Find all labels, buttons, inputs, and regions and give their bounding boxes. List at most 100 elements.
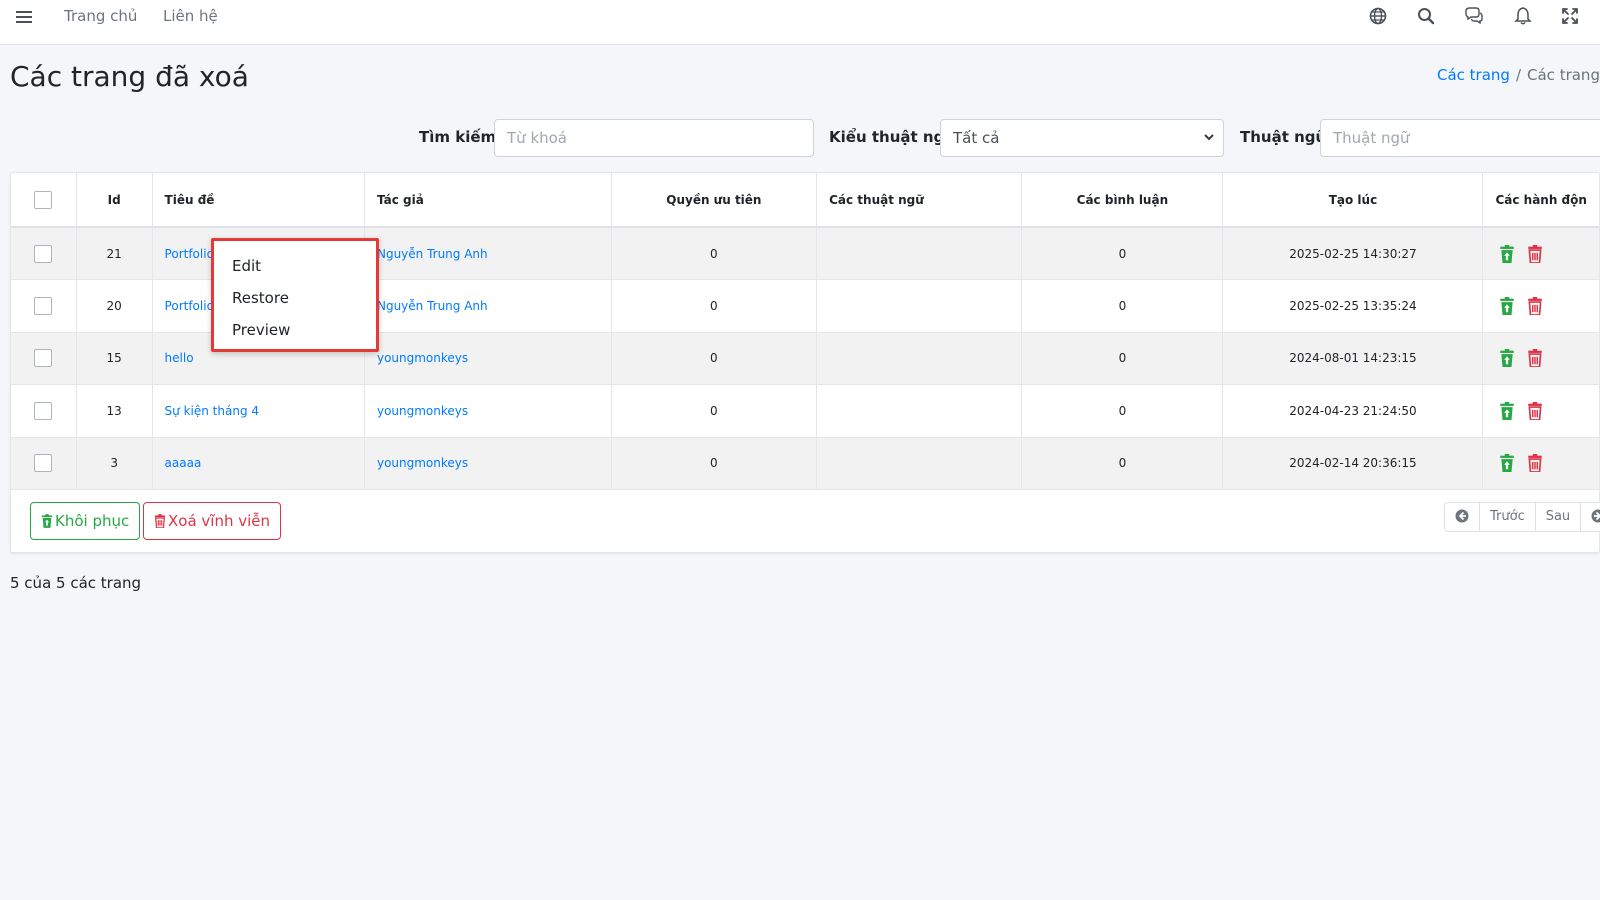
row-created: 2024-02-14 20:36:15 (1222, 437, 1484, 490)
arrow-right-circle-icon (1591, 509, 1600, 523)
term-type-selected: Tất cả (953, 129, 1000, 147)
bell-icon[interactable] (1513, 6, 1535, 28)
trash-icon[interactable] (1527, 454, 1543, 473)
table-row: 13 Sự kiện tháng 4 youngmonkeys 0 0 2024… (11, 384, 1599, 437)
row-author-link[interactable]: Nguyễn Trung Anh (377, 247, 488, 261)
breadcrumb-link-pages[interactable]: Các trang (1437, 66, 1510, 84)
row-author-link[interactable]: youngmonkeys (377, 456, 468, 470)
delete-permanently-button[interactable]: Xoá vĩnh viễn (143, 502, 282, 540)
term-label: Thuật ngữ: (1240, 128, 1333, 146)
row-title-link[interactable]: Portfolio (165, 299, 214, 313)
menu-icon[interactable] (16, 8, 36, 28)
col-id[interactable]: Id (76, 173, 153, 228)
row-created: 2025-02-25 13:35:24 (1222, 279, 1484, 332)
row-author-link[interactable]: youngmonkeys (377, 404, 468, 418)
chevron-down-icon (1204, 134, 1214, 141)
col-terms[interactable]: Các thuật ngữ (816, 173, 1023, 228)
restore-icon[interactable] (1499, 401, 1515, 420)
row-terms (816, 227, 1023, 280)
pages-count-summary: 5 của 5 các trang (10, 574, 142, 592)
arrow-left-circle-icon (1455, 509, 1469, 523)
restore-icon[interactable] (1499, 454, 1515, 473)
row-checkbox[interactable] (34, 244, 53, 263)
col-created[interactable]: Tạo lúc (1222, 173, 1484, 228)
row-created: 2024-08-01 14:23:15 (1222, 332, 1484, 385)
globe-icon[interactable] (1368, 6, 1390, 28)
trash-icon[interactable] (1527, 349, 1543, 368)
nav-link-home[interactable]: Trang chủ (64, 7, 137, 25)
search-icon[interactable] (1416, 6, 1438, 28)
row-checkbox[interactable] (34, 296, 53, 315)
breadcrumb-separator: / (1515, 66, 1522, 84)
row-comments: 0 (1021, 332, 1224, 385)
row-id: 3 (76, 437, 153, 490)
context-menu: Edit Restore Preview (211, 238, 379, 352)
row-id: 13 (76, 384, 153, 437)
table-header-row: Id Tiêu đề Tác giả Quyền ưu tiên Các thu… (11, 173, 1599, 228)
col-comments[interactable]: Các bình luận (1021, 173, 1224, 228)
row-priority: 0 (611, 437, 818, 490)
col-priority[interactable]: Quyền ưu tiên (611, 173, 818, 228)
prev-button[interactable]: Trước (1480, 503, 1536, 531)
trash-icon[interactable] (1527, 296, 1543, 315)
context-menu-edit[interactable]: Edit (232, 256, 261, 276)
row-created: 2024-04-23 21:24:50 (1222, 384, 1484, 437)
row-id: 15 (76, 332, 153, 385)
row-priority: 0 (611, 279, 818, 332)
search-label: Tìm kiếm: (419, 128, 503, 146)
row-terms (816, 384, 1023, 437)
row-checkbox[interactable] (34, 454, 53, 473)
breadcrumb-current: Các trang đ (1527, 66, 1600, 84)
row-priority: 0 (611, 332, 818, 385)
row-comments: 0 (1021, 227, 1224, 280)
select-all-checkbox[interactable] (34, 190, 53, 209)
row-checkbox[interactable] (34, 401, 53, 420)
row-title-link[interactable]: Portfolio (165, 247, 214, 261)
trash-icon[interactable] (1527, 401, 1543, 420)
page-title: Các trang đã xoá (10, 60, 249, 93)
row-author-link[interactable]: youngmonkeys (377, 351, 468, 365)
row-author-link[interactable]: Nguyễn Trung Anh (377, 299, 488, 313)
row-created: 2025-02-25 14:30:27 (1222, 227, 1484, 280)
table-row: 3 aaaaa youngmonkeys 0 0 2024-02-14 20:3… (11, 437, 1599, 490)
context-menu-restore[interactable]: Restore (232, 288, 289, 308)
trash-icon[interactable] (1527, 244, 1543, 263)
col-actions: Các hành độn (1482, 173, 1599, 228)
row-title-link[interactable]: Sự kiện tháng 4 (165, 404, 259, 418)
restore-icon[interactable] (1499, 296, 1515, 315)
restore-icon (41, 514, 53, 528)
next-button[interactable]: Sau (1536, 503, 1582, 531)
row-id: 21 (76, 227, 153, 280)
row-title-link[interactable]: hello (165, 351, 194, 365)
col-author[interactable]: Tác giả (364, 173, 612, 228)
prev-arrow-button[interactable] (1445, 503, 1480, 531)
row-terms (816, 332, 1023, 385)
row-priority: 0 (611, 384, 818, 437)
row-comments: 0 (1021, 384, 1224, 437)
term-type-select[interactable]: Tất cả (940, 119, 1224, 157)
pagination: Trước Sau (1444, 502, 1600, 532)
comments-icon[interactable] (1464, 6, 1486, 28)
row-id: 20 (76, 279, 153, 332)
expand-icon[interactable] (1560, 6, 1582, 28)
next-arrow-button[interactable] (1581, 503, 1600, 531)
row-terms (816, 279, 1023, 332)
pages-table-card: Id Tiêu đề Tác giả Quyền ưu tiên Các thu… (10, 172, 1600, 553)
trash-icon (154, 514, 166, 529)
row-priority: 0 (611, 227, 818, 280)
restore-icon[interactable] (1499, 244, 1515, 263)
restore-button-label: Khôi phục (55, 512, 130, 530)
top-navbar: Trang chủ Liên hệ (0, 0, 1600, 45)
col-title[interactable]: Tiêu đề (152, 173, 365, 228)
breadcrumb: Các trang / Các trang đ (1437, 66, 1600, 84)
nav-link-contact[interactable]: Liên hệ (163, 7, 218, 25)
term-input[interactable] (1320, 119, 1600, 157)
row-checkbox[interactable] (34, 349, 53, 368)
search-input[interactable] (494, 119, 814, 157)
delete-button-label: Xoá vĩnh viễn (168, 512, 271, 530)
restore-icon[interactable] (1499, 349, 1515, 368)
context-menu-preview[interactable]: Preview (232, 320, 290, 340)
select-all-cell (11, 173, 77, 228)
restore-button[interactable]: Khôi phục (30, 502, 141, 540)
row-title-link[interactable]: aaaaa (165, 456, 202, 470)
